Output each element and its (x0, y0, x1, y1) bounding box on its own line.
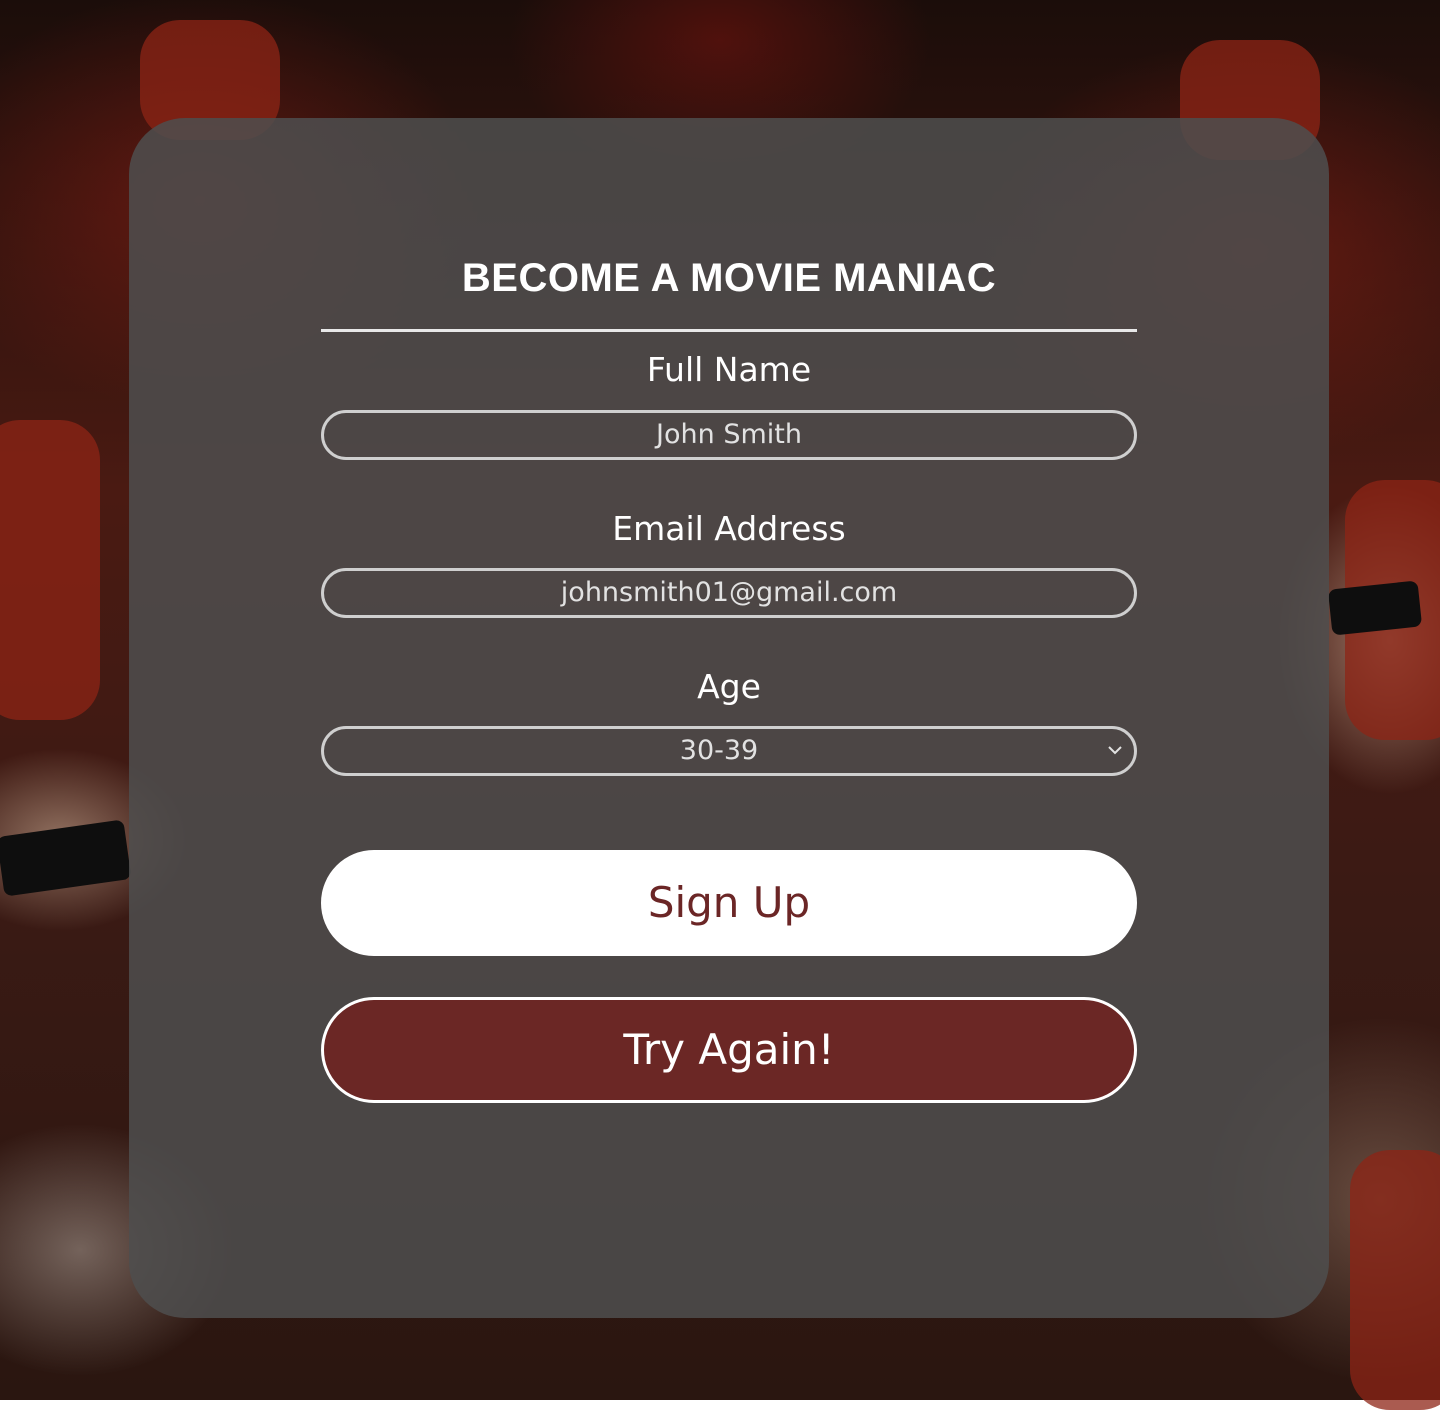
full-name-label: Full Name (646, 350, 812, 389)
title-divider (321, 329, 1137, 332)
theater-seat (1350, 1150, 1440, 1410)
age-select[interactable]: 30-39 (321, 726, 1137, 776)
3d-glasses (0, 819, 132, 897)
age-selected-value: 30-39 (679, 735, 759, 766)
full-name-value: John Smith (656, 419, 802, 450)
theater-seat (0, 420, 100, 720)
full-name-field[interactable]: John Smith (321, 410, 1137, 460)
email-field[interactable]: johnsmith01@gmail.com (321, 568, 1137, 618)
email-value: johnsmith01@gmail.com (560, 577, 898, 608)
3d-glasses (1327, 580, 1423, 636)
age-label: Age (697, 667, 761, 706)
form-title: BECOME A MOVIE MANIAC (461, 256, 997, 300)
try-again-button[interactable]: Try Again! (321, 997, 1137, 1103)
email-label: Email Address (612, 509, 846, 548)
chevron-down-icon (1108, 746, 1122, 755)
sign-up-button[interactable]: Sign Up (321, 850, 1137, 956)
